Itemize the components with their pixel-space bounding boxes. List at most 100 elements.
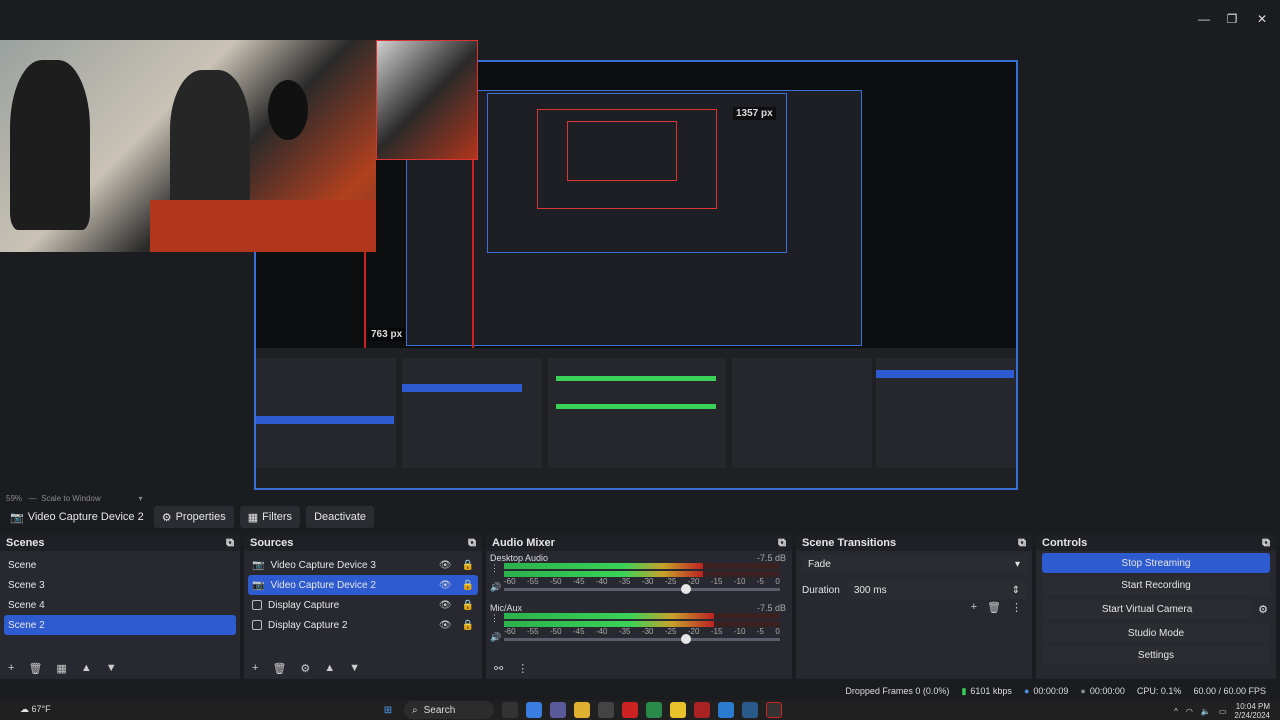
eye-icon[interactable]: 👁 — [439, 560, 452, 571]
lock-icon[interactable]: 🔒 — [462, 560, 474, 571]
stepper-icon[interactable]: ⇕ — [1012, 585, 1020, 596]
undock-icon[interactable]: ⧉ — [468, 537, 476, 550]
eye-icon[interactable]: 👁 — [439, 600, 452, 611]
edge-icon[interactable] — [718, 702, 734, 718]
eye-icon[interactable]: 👁 — [439, 620, 452, 631]
scenes-list: Scene Scene 3 Scene 4 Scene 2 — [0, 551, 240, 639]
properties-button[interactable]: ⚙ Properties — [153, 506, 234, 528]
chevron-down-icon[interactable]: ▼ — [106, 662, 117, 674]
clock[interactable]: 10:04 PM 2/24/2024 — [1234, 702, 1270, 720]
scene-item-selected[interactable]: Scene 2 — [4, 615, 236, 635]
chevron-down-icon: ▾ — [1014, 558, 1020, 570]
undock-icon[interactable]: ⧉ — [226, 537, 234, 550]
app-icon[interactable] — [550, 702, 566, 718]
add-icon[interactable]: + — [8, 662, 14, 674]
speaker-icon[interactable]: 🔊 — [490, 582, 501, 593]
volume-slider[interactable] — [504, 638, 780, 641]
volume-slider[interactable] — [504, 588, 780, 591]
app-icon[interactable] — [526, 702, 542, 718]
more-icon[interactable]: ⋮ — [490, 613, 501, 624]
duration-input[interactable]: 300 ms ⇕ — [847, 581, 1026, 599]
scene-item[interactable]: Scene 3 — [4, 575, 236, 595]
preview-area[interactable]: 1357 px 763 px 59% — Scale to Window ▾ — [0, 40, 1280, 503]
trash-icon[interactable]: 🗑 — [987, 601, 1001, 614]
source-item[interactable]: 📷 Video Capture Device 3 👁 🔒 — [248, 555, 478, 575]
weather[interactable]: ☁ 67°F — [20, 704, 51, 715]
deactivate-button[interactable]: Deactivate — [306, 506, 375, 528]
app-icon[interactable] — [694, 702, 710, 718]
app-icon[interactable] — [502, 702, 518, 718]
battery-icon[interactable]: ▭ — [1219, 707, 1227, 716]
scene-item[interactable]: Scene 4 — [4, 595, 236, 615]
add-icon[interactable]: + — [971, 601, 977, 614]
undock-icon[interactable]: ⧉ — [1018, 537, 1026, 550]
source-item-selected[interactable]: 📷 Video Capture Device 2 👁 🔒 — [248, 575, 478, 595]
app-icon[interactable] — [670, 702, 686, 718]
status-bar: Dropped Frames 0 (0.0%) ▮ 6101 kbps ● 00:0… — [0, 682, 1280, 700]
sources-header: Sources ⧉ — [244, 535, 482, 551]
more-icon[interactable]: ⋮ — [1011, 601, 1022, 614]
transition-select[interactable]: Fade ▾ — [802, 555, 1026, 573]
source-item[interactable]: Display Capture 👁 🔒 — [248, 595, 478, 615]
gear-icon[interactable]: ⚙ — [1258, 603, 1268, 616]
steam-icon[interactable] — [742, 702, 758, 718]
filters-button[interactable]: ▦ Filters — [239, 506, 301, 528]
add-icon[interactable]: + — [252, 662, 258, 674]
undock-icon[interactable]: ⧉ — [1262, 537, 1270, 550]
start-virtual-camera-button[interactable]: Start Virtual Camera — [1042, 599, 1253, 619]
scale-tick: -50 — [549, 627, 562, 636]
signal-icon: ▮ — [961, 685, 967, 696]
more-icon[interactable]: ⋮ — [517, 662, 528, 675]
captured-obs-docks — [256, 348, 1016, 488]
lock-icon[interactable]: 🔒 — [462, 580, 474, 591]
volume-icon[interactable]: 🔈 — [1201, 707, 1211, 716]
app-icon[interactable] — [598, 702, 614, 718]
chevron-up-icon[interactable]: ▲ — [324, 662, 335, 674]
wifi-icon[interactable]: ◠ — [1186, 707, 1193, 716]
settings-button[interactable]: Settings — [1042, 645, 1270, 665]
trash-icon[interactable]: 🗑 — [272, 662, 286, 675]
scale-tick: -25 — [664, 577, 677, 586]
minimize-button[interactable]: — — [1194, 12, 1214, 28]
close-button[interactable]: ✕ — [1252, 12, 1272, 28]
windows-start-icon[interactable]: ⊞ — [380, 702, 396, 718]
start-recording-button[interactable]: Start Recording — [1042, 575, 1270, 595]
microphone — [268, 80, 308, 140]
recursive-capture — [567, 121, 677, 181]
lock-icon[interactable]: 🔒 — [462, 600, 474, 611]
gear-icon[interactable]: ⚙ — [300, 662, 310, 675]
chevron-up-icon[interactable]: ▲ — [81, 662, 92, 674]
chevron-up-icon[interactable]: ^ — [1174, 707, 1178, 716]
stop-streaming-button[interactable]: Stop Streaming — [1042, 553, 1270, 573]
trash-icon[interactable]: 🗑 — [28, 662, 42, 675]
scale-tick: -25 — [664, 627, 677, 636]
lock-icon[interactable]: 🔒 — [462, 620, 474, 631]
scenes-dock: Scenes ⧉ Scene Scene 3 Scene 4 Scene 2 +… — [0, 535, 240, 679]
bed — [150, 200, 376, 252]
person-left — [10, 60, 90, 230]
scale-tick: -55 — [526, 627, 539, 636]
scene-item[interactable]: Scene — [4, 555, 236, 575]
taskbar-search[interactable]: ⌕ Search — [404, 701, 494, 719]
maximize-button[interactable]: ❐ — [1222, 12, 1242, 28]
selected-source-label: Video Capture Device 2 — [27, 511, 144, 523]
scenes-header: Scenes ⧉ — [0, 535, 240, 551]
folder-icon[interactable] — [574, 702, 590, 718]
app-icon[interactable] — [646, 702, 662, 718]
audio-mixer-header: Audio Mixer ⧉ — [486, 535, 792, 551]
height-label: 763 px — [368, 328, 406, 341]
undock-icon[interactable]: ⧉ — [778, 537, 786, 550]
studio-mode-button[interactable]: Studio Mode — [1042, 623, 1270, 643]
eye-icon[interactable]: 👁 — [439, 580, 452, 591]
chevron-down-icon[interactable]: ▼ — [349, 662, 360, 674]
volume-knob[interactable] — [681, 634, 692, 644]
obs-icon[interactable] — [766, 702, 782, 718]
title-bar: — ❐ ✕ — [0, 0, 1280, 40]
speaker-icon[interactable]: 🔊 — [490, 632, 501, 643]
app-icon[interactable] — [622, 702, 638, 718]
source-item[interactable]: Display Capture 2 👁 🔒 — [248, 615, 478, 635]
filter-icon[interactable]: ▦ — [56, 662, 66, 675]
volume-knob[interactable] — [681, 584, 692, 594]
more-icon[interactable]: ⋮ — [490, 563, 501, 574]
link-icon[interactable]: ⚯ — [494, 662, 503, 675]
